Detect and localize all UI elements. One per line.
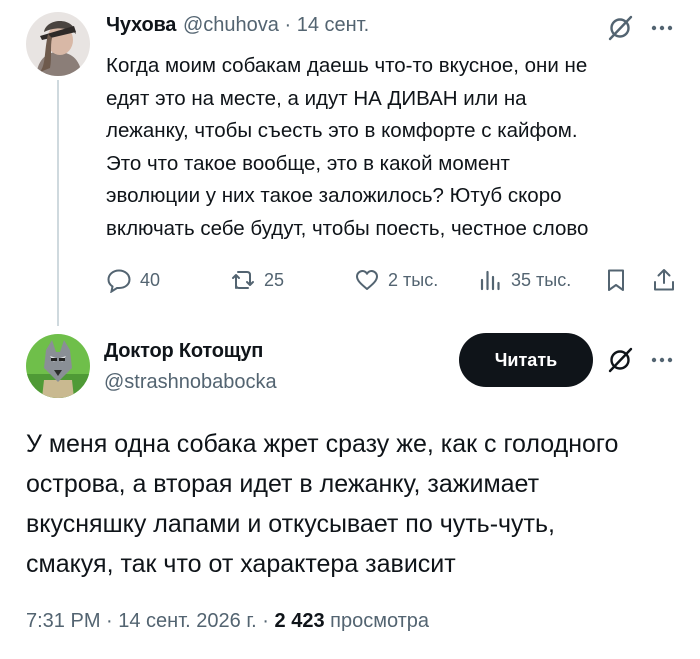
grok-icon[interactable] (606, 14, 634, 42)
tweet-text-line: У меня одна собака жрет сразу же, как с … (26, 430, 619, 458)
avatar-doktor-kotoshchup-image (26, 334, 90, 398)
tweet-text-line: вкусняшку лапами и откусывает по чуть-чу… (26, 510, 555, 538)
tweet-text-line: эволюции у них такое заложилось? Ютуб ск… (106, 184, 562, 208)
bookmark-button[interactable] (603, 265, 629, 295)
author-name[interactable]: Чухова (106, 14, 176, 37)
like-icon (356, 270, 378, 290)
tweet-text-line: едят это на месте, а идут НА ДИВАН или н… (106, 86, 527, 110)
share-button[interactable] (651, 265, 677, 295)
read-button[interactable]: Читать (459, 333, 593, 387)
tweet-meta: 7:31 PM · 14 сент. 2026 г. · 2 423 просм… (26, 610, 429, 633)
tweet-text-line: включать себе будут, чтобы поесть, честн… (106, 216, 589, 240)
repost-count: 25 (264, 269, 285, 290)
more-icon[interactable] (648, 14, 676, 42)
author-handle-time[interactable]: @chuhova · 14 сент. (183, 14, 369, 37)
tweet-text-line: Когда моим собакам даешь что-то вкусное,… (106, 54, 588, 77)
views-count: 2 423 (274, 610, 325, 632)
grok-icon[interactable] (606, 346, 634, 374)
avatar-chuhova-image (26, 12, 90, 76)
author-name[interactable]: Доктор Котощуп (104, 340, 263, 363)
reply-count: 40 (140, 269, 161, 290)
repost-button[interactable]: 25 (230, 265, 284, 295)
like-count: 2 тыс. (388, 269, 439, 290)
reply-button[interactable]: 40 (106, 265, 160, 295)
share-icon (654, 269, 674, 291)
tweet-text-line: лежанку, чтобы съесть это в комфорте с к… (106, 119, 578, 143)
views-count: 35 тыс. (511, 269, 572, 290)
views-icon (480, 270, 500, 291)
tweet-timestamp[interactable]: 7:31 PM · 14 сент. 2026 г. · (26, 610, 275, 632)
like-button[interactable]: 2 тыс. (354, 265, 438, 295)
views-button[interactable]: 35 тыс. (477, 265, 571, 295)
more-icon[interactable] (648, 346, 676, 374)
tweet-text-line: острова, а вторая идет в лежанку, зажима… (26, 470, 540, 498)
thread-line (57, 80, 59, 326)
bookmark-icon (608, 269, 624, 291)
avatar-chuhova[interactable] (26, 12, 90, 76)
tweet-text-line: смакуя, так что от характера зависит (26, 550, 456, 578)
reply-icon (107, 269, 131, 293)
tweet-text: У меня одна собака жрет сразу же, как с … (26, 424, 686, 584)
author-handle[interactable]: @strashnobabocka (104, 371, 277, 394)
repost-icon (232, 271, 254, 289)
views-label: просмотра (324, 610, 430, 632)
tweet-text-line: Это что такое вообще, это в какой момент (106, 151, 510, 175)
tweet-text: Когда моим собакам даешь что-то вкусное,… (106, 50, 686, 246)
avatar-doktor-kotoshchup[interactable] (26, 334, 90, 398)
